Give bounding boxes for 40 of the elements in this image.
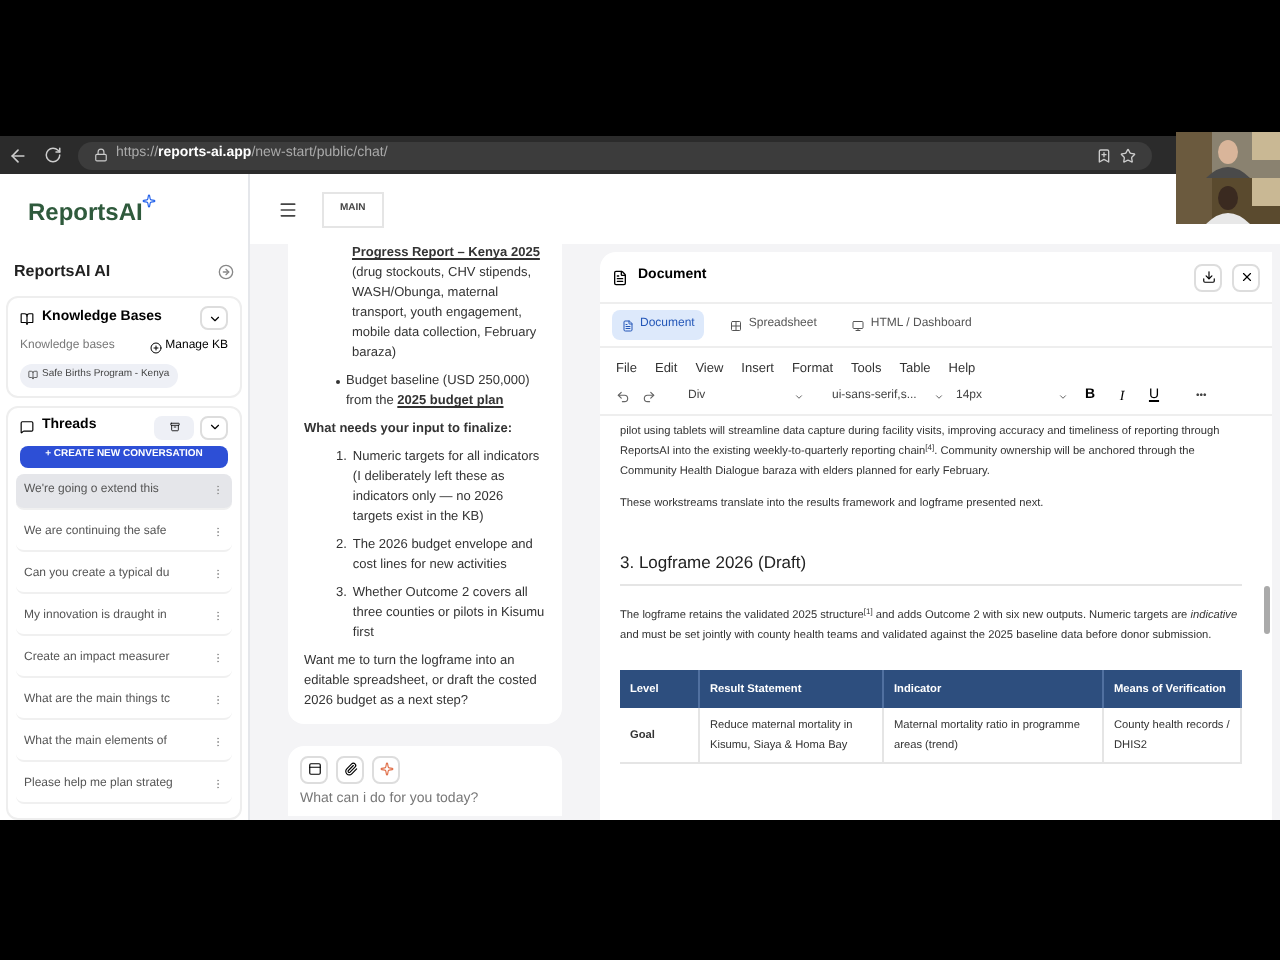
download-button[interactable] xyxy=(1194,263,1222,291)
scrollbar-thumb[interactable] xyxy=(1264,586,1270,634)
download-icon xyxy=(1201,270,1215,284)
chevron-down-icon xyxy=(934,392,944,402)
sparkle-icon xyxy=(379,762,393,776)
collapse-button[interactable] xyxy=(200,415,228,439)
chevron-down-icon xyxy=(1058,392,1068,402)
chevron-down-icon xyxy=(207,420,221,434)
arrow-circle-icon[interactable] xyxy=(218,264,234,280)
plus-circle-icon xyxy=(149,341,162,353)
lock-icon xyxy=(94,148,108,162)
chevron-down-icon xyxy=(794,392,804,402)
collapse-button[interactable] xyxy=(200,306,228,330)
document-icon xyxy=(622,319,634,331)
undo-icon[interactable] xyxy=(616,390,630,404)
document-heading: 3. Logframe 2026 (Draft) xyxy=(620,550,1242,586)
close-icon xyxy=(1239,270,1253,284)
sparkle-icon xyxy=(142,193,157,207)
paperclip-icon xyxy=(343,762,357,776)
close-button[interactable] xyxy=(1232,263,1260,291)
layout-button[interactable] xyxy=(300,755,328,783)
book-icon xyxy=(28,370,38,381)
monitor-icon xyxy=(852,319,865,331)
chevron-down-icon xyxy=(207,311,221,325)
chat-icon xyxy=(20,420,34,434)
document-icon xyxy=(612,269,628,285)
archive-button[interactable] xyxy=(154,415,194,439)
star-icon[interactable] xyxy=(1120,147,1136,163)
grid-icon xyxy=(730,319,743,331)
redo-icon[interactable] xyxy=(642,390,656,404)
reload-icon[interactable] xyxy=(44,146,62,164)
book-icon xyxy=(20,311,34,325)
logo: ReportsAI xyxy=(28,193,157,229)
menu-icon[interactable] xyxy=(278,199,298,219)
layout-icon xyxy=(307,762,321,776)
attach-button[interactable] xyxy=(336,755,364,783)
archive-icon xyxy=(169,422,179,432)
workspace-name: ReportsAI AI xyxy=(14,260,111,284)
back-icon[interactable] xyxy=(8,145,28,165)
reading-list-icon[interactable] xyxy=(1096,147,1112,163)
